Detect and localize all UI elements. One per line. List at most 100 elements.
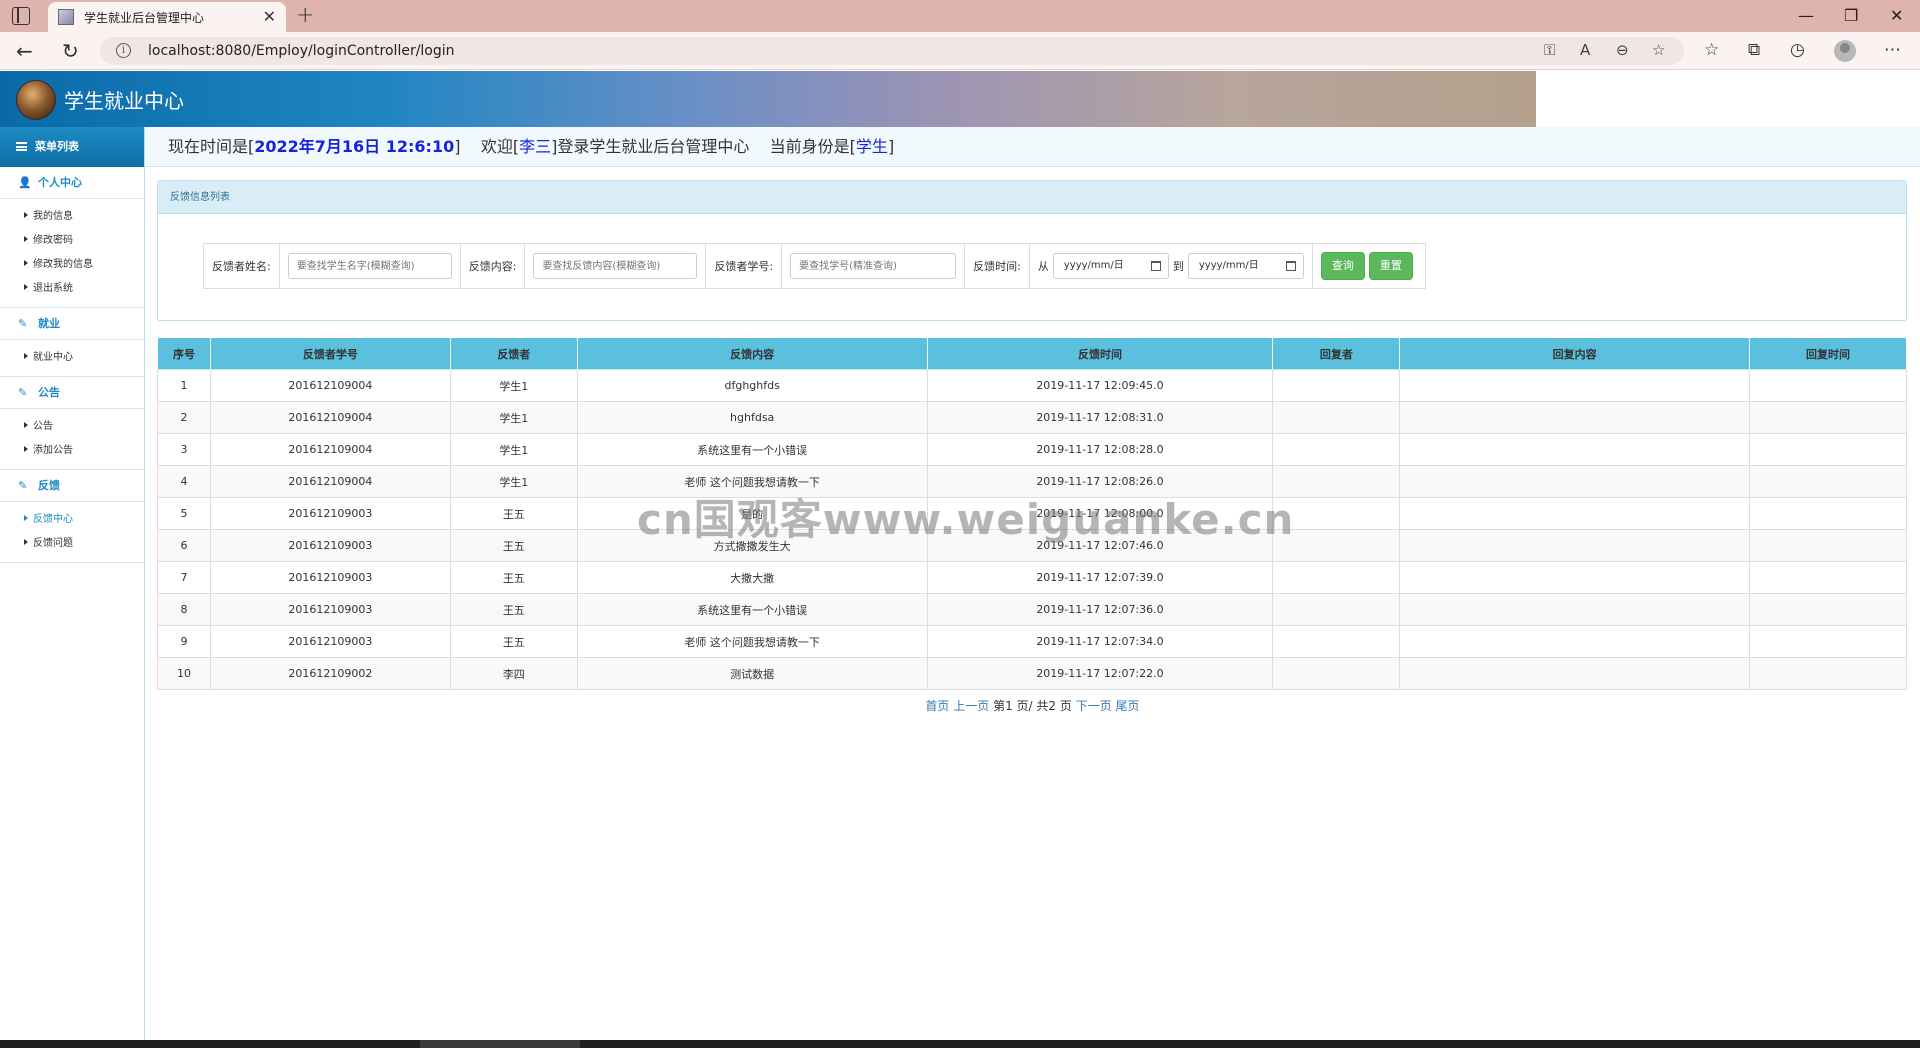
sidebar-item-change-password[interactable]: 修改密码: [0, 229, 144, 253]
search-form: 反馈者姓名: 反馈内容: 反馈者学号: 反馈时间: 从 yyyy/mm/日 到 …: [203, 243, 1426, 289]
table-row[interactable]: 10 201612109002 李四 测试数据 2019-11-17 12:07:22.…: [157, 657, 1907, 690]
table-cell: [1272, 625, 1401, 658]
site-info-icon[interactable]: i: [116, 43, 131, 58]
table-cell: dfghghfds: [576, 369, 928, 402]
minimize-icon[interactable]: —: [1798, 6, 1814, 25]
sidebar-group-notice[interactable]: ✎ 公告: [0, 377, 144, 409]
history-icon[interactable]: ◷: [1790, 40, 1805, 60]
sidebar-item-label: 公告: [33, 421, 53, 432]
table-cell: 4: [157, 465, 211, 498]
table-row[interactable]: 2 201612109004 学生1 hghfdsa 2019-11-17 12:08:…: [157, 401, 1907, 434]
reset-button[interactable]: 重置: [1368, 252, 1413, 280]
sidebar: 菜单列表 👤 个人中心 我的信息 修改密码 修改我的信息 退出系统 ✎ 就业 就业中…: [0, 127, 145, 1040]
tab-actions-icon[interactable]: [12, 7, 30, 25]
sidebar-item-label: 我的信息: [33, 211, 73, 222]
url-text[interactable]: localhost:8080/Employ/loginController/lo…: [148, 43, 455, 59]
profile-avatar-icon[interactable]: [1834, 40, 1856, 62]
time-label-cell: 反馈时间:: [965, 244, 1030, 288]
table-cell: 测试数据: [576, 657, 928, 690]
table-cell: 系统这里有一个小错误: [576, 433, 928, 466]
back-icon[interactable]: ←: [16, 39, 33, 63]
sidebar-group-feedback[interactable]: ✎ 反馈: [0, 470, 144, 502]
table-cell: 2: [157, 401, 211, 434]
table-cell: 王五: [449, 561, 578, 594]
role-suffix: ]: [887, 137, 895, 156]
table-cell: [1399, 657, 1751, 690]
pager-prev-link[interactable]: 上一页: [953, 699, 989, 713]
from-label: 从: [1037, 260, 1049, 273]
favorites-icon[interactable]: ☆: [1704, 40, 1719, 60]
read-aloud-icon[interactable]: A: [1580, 41, 1590, 59]
sidebar-group-employment[interactable]: ✎ 就业: [0, 308, 144, 340]
caret-right-icon: [24, 260, 28, 266]
zoom-out-icon[interactable]: ⊖: [1616, 41, 1629, 59]
panel-title: 反馈信息列表: [158, 181, 1906, 214]
feedback-search-panel: 反馈信息列表 反馈者姓名: 反馈内容: 反馈者学号: 反馈时间: 从 yyyy/…: [157, 180, 1907, 321]
user-icon: 👤: [18, 176, 32, 189]
table-row[interactable]: 8 201612109003 王五 系统这里有一个小错误 2019-11-17 12:0…: [157, 593, 1907, 626]
user-name: 李三: [519, 137, 552, 156]
table-cell: 9: [157, 625, 211, 658]
table-row[interactable]: 9 201612109003 王五 老师 这个问题我想请教一下 2019-11-17 1…: [157, 625, 1907, 658]
window-close-icon[interactable]: ✕: [1890, 6, 1903, 25]
sidebar-item-employment-center[interactable]: 就业中心: [0, 346, 144, 370]
table-cell: 201612109003: [209, 529, 451, 562]
restore-icon[interactable]: ❐: [1844, 6, 1858, 25]
os-taskbar: [0, 1040, 1920, 1048]
name-label: 反馈者姓名:: [212, 260, 271, 273]
query-button[interactable]: 查询: [1320, 252, 1365, 280]
column-header: 回复者: [1272, 337, 1401, 370]
table-cell: 2019-11-17 12:07:36.0: [926, 593, 1274, 626]
sidebar-item-edit-info[interactable]: 修改我的信息: [0, 253, 144, 277]
column-header: 回复时间: [1749, 337, 1907, 370]
column-header: 序号: [157, 337, 211, 370]
table-cell: [1749, 625, 1907, 658]
table-cell: 李四: [449, 657, 578, 690]
sidebar-item-add-notice[interactable]: 添加公告: [0, 439, 144, 463]
table-cell: 2019-11-17 12:09:45.0: [926, 369, 1274, 402]
pager-next-link[interactable]: 下一页: [1076, 699, 1112, 713]
sidebar-group-personal[interactable]: 👤 个人中心: [0, 167, 144, 199]
sidebar-item-notice[interactable]: 公告: [0, 415, 144, 439]
tab-close-icon[interactable]: ✕: [263, 7, 276, 26]
table-cell: [1399, 497, 1751, 530]
table-cell: [1272, 593, 1401, 626]
sidebar-item-feedback-question[interactable]: 反馈问题: [0, 532, 144, 556]
more-icon[interactable]: ⋯: [1884, 40, 1901, 60]
time-label: 反馈时间:: [973, 260, 1021, 273]
pager-last-link[interactable]: 尾页: [1116, 699, 1140, 713]
table-row[interactable]: 7 201612109003 王五 大撒大撒 2019-11-17 12:07:39.0: [157, 561, 1907, 594]
caret-right-icon: [24, 236, 28, 242]
end-date-input[interactable]: yyyy/mm/日: [1187, 253, 1304, 279]
url-field[interactable]: i localhost:8080/Employ/loginController/…: [100, 37, 1684, 65]
sidebar-item-logout[interactable]: 退出系统: [0, 277, 144, 301]
start-date-input[interactable]: yyyy/mm/日: [1052, 253, 1169, 279]
table-cell: [1399, 593, 1751, 626]
id-search-input[interactable]: [790, 253, 957, 279]
table-cell: [1399, 625, 1751, 658]
table-cell: [1749, 593, 1907, 626]
collections-icon[interactable]: ⧉: [1748, 40, 1760, 60]
id-label-cell: 反馈者学号:: [706, 244, 783, 288]
key-icon[interactable]: ⚿: [1544, 41, 1555, 59]
table-cell: 201612109002: [209, 657, 451, 690]
name-search-input[interactable]: [287, 253, 452, 279]
favorite-add-icon[interactable]: ☆: [1652, 41, 1665, 59]
table-cell: 2019-11-17 12:08:31.0: [926, 401, 1274, 434]
table-row[interactable]: 1 201612109004 学生1 dfghghfds 2019-11-17 12:0…: [157, 369, 1907, 402]
table-cell: 201612109004: [209, 433, 451, 466]
taskbar-active-item[interactable]: [420, 1040, 580, 1048]
pagination: 首页 上一页 第1 页/ 共2 页 下一页 尾页: [145, 697, 1920, 714]
browser-tab[interactable]: 学生就业后台管理中心 ✕: [48, 2, 286, 32]
new-tab-icon[interactable]: +: [296, 3, 314, 28]
time-prefix: 现在时间是[: [168, 137, 255, 156]
table-cell: [1272, 369, 1401, 402]
pager-first-link[interactable]: 首页: [925, 699, 949, 713]
sidebar-item-feedback-center[interactable]: 反馈中心: [0, 508, 144, 532]
date-placeholder: yyyy/mm/日: [1198, 260, 1259, 271]
refresh-icon[interactable]: ↻: [62, 39, 79, 63]
content-search-input[interactable]: [533, 253, 698, 279]
table-row[interactable]: 3 201612109004 学生1 系统这里有一个小错误 2019-11-17 12:…: [157, 433, 1907, 466]
sidebar-item-my-info[interactable]: 我的信息: [0, 205, 144, 229]
caret-right-icon: [24, 422, 28, 428]
